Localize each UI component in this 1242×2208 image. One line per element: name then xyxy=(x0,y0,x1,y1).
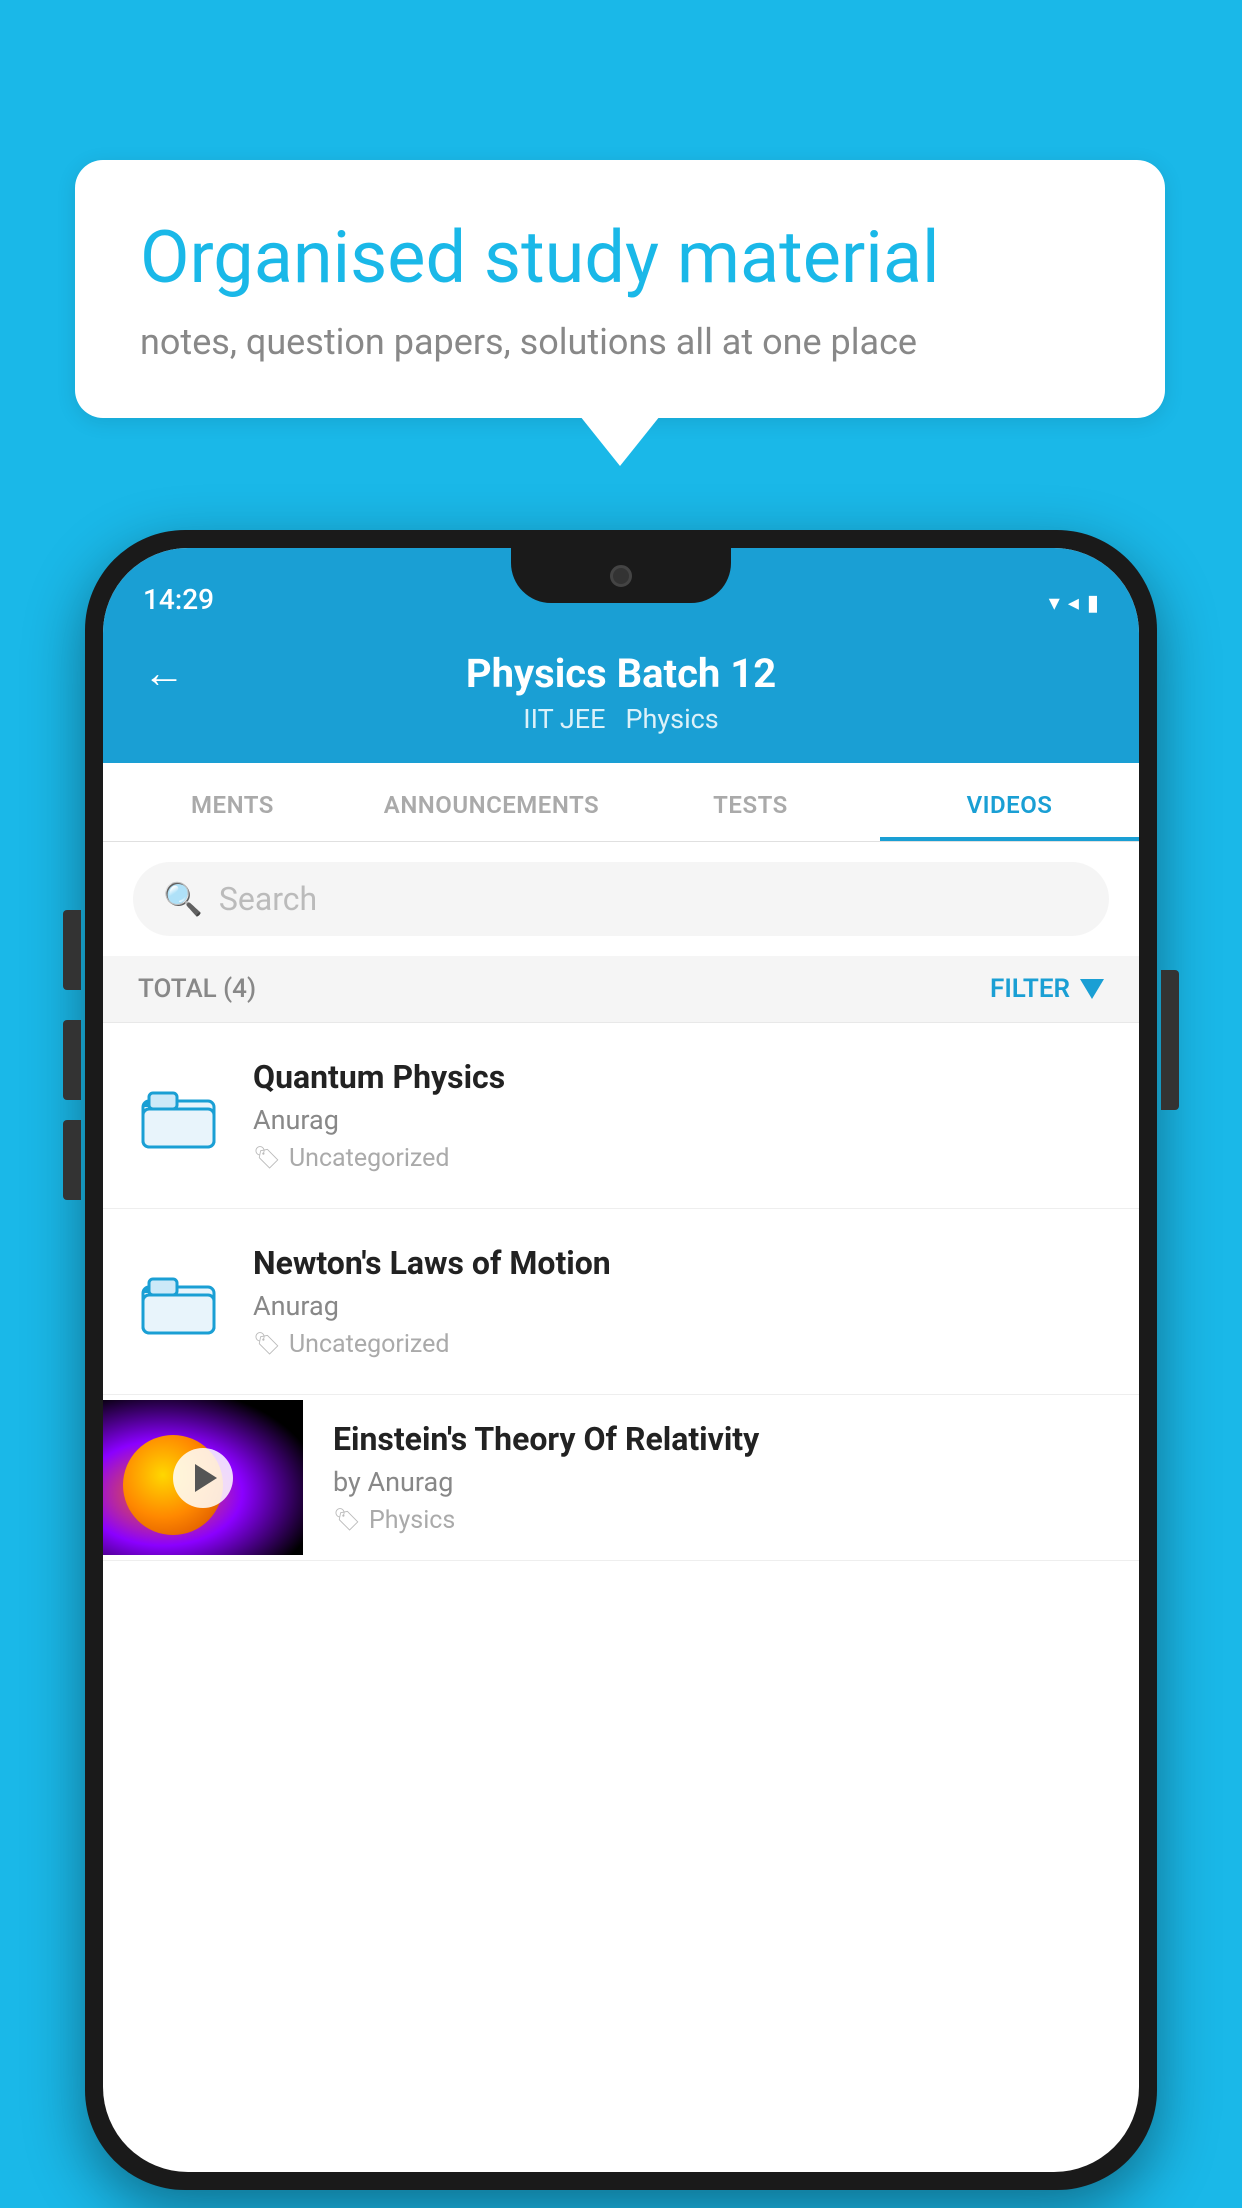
status-time: 14:29 xyxy=(143,583,214,616)
phone-screen: 14:29 ▾ ◂ ▮ ← Physics Batch 12 IIT JEE P… xyxy=(103,548,1139,2172)
wifi-icon: ▾ xyxy=(1049,591,1060,616)
tab-announcements[interactable]: ANNOUNCEMENTS xyxy=(362,763,621,841)
tabs-bar: MENTS ANNOUNCEMENTS TESTS VIDEOS xyxy=(103,763,1139,842)
header-row: ← Physics Batch 12 xyxy=(143,650,1099,697)
phone-outer: 14:29 ▾ ◂ ▮ ← Physics Batch 12 IIT JEE P… xyxy=(85,530,1157,2190)
filter-label: FILTER xyxy=(990,974,1070,1004)
list-item[interactable]: Quantum Physics Anurag 🏷 Uncategorized xyxy=(103,1023,1139,1209)
search-bar[interactable]: 🔍 Search xyxy=(133,862,1109,936)
play-button[interactable] xyxy=(173,1448,233,1508)
tag-label: Uncategorized xyxy=(289,1144,450,1173)
video-title: Quantum Physics xyxy=(253,1058,1109,1096)
search-placeholder: Search xyxy=(219,880,317,918)
list-item[interactable]: Newton's Laws of Motion Anurag 🏷 Uncateg… xyxy=(103,1209,1139,1395)
filter-icon xyxy=(1080,979,1104,999)
tag-label: Physics xyxy=(369,1506,455,1535)
video-info: Einstein's Theory Of Relativity by Anura… xyxy=(333,1395,1109,1560)
video-thumbnail xyxy=(103,1400,303,1555)
back-button[interactable]: ← xyxy=(143,649,185,698)
video-info: Newton's Laws of Motion Anurag 🏷 Uncateg… xyxy=(253,1244,1109,1359)
video-author: Anurag xyxy=(253,1104,1109,1136)
tag-icon: 🏷 xyxy=(253,1146,281,1171)
tag-label: Uncategorized xyxy=(289,1330,450,1359)
folder-icon xyxy=(133,1071,223,1161)
tab-videos[interactable]: VIDEOS xyxy=(880,763,1139,841)
camera-dot xyxy=(610,565,632,587)
tag-icon: 🏷 xyxy=(253,1332,281,1357)
video-title: Einstein's Theory Of Relativity xyxy=(333,1420,1109,1458)
folder-icon xyxy=(133,1257,223,1347)
header-subtitle: IIT JEE Physics xyxy=(523,703,718,735)
video-list: Quantum Physics Anurag 🏷 Uncategorized xyxy=(103,1023,1139,1561)
signal-icon: ◂ xyxy=(1068,591,1079,616)
app-header: ← Physics Batch 12 IIT JEE Physics xyxy=(103,628,1139,763)
video-author: Anurag xyxy=(253,1290,1109,1322)
phone-wrapper: 14:29 ▾ ◂ ▮ ← Physics Batch 12 IIT JEE P… xyxy=(85,530,1157,2190)
header-title: Physics Batch 12 xyxy=(466,650,776,697)
list-item[interactable]: Einstein's Theory Of Relativity by Anura… xyxy=(103,1395,1139,1561)
video-tag: 🏷 Uncategorized xyxy=(253,1330,1109,1359)
video-tag: 🏷 Uncategorized xyxy=(253,1144,1109,1173)
phone-notch xyxy=(511,548,731,603)
video-author: by Anurag xyxy=(333,1466,1109,1498)
video-title: Newton's Laws of Motion xyxy=(253,1244,1109,1282)
play-triangle-icon xyxy=(195,1464,217,1492)
tab-ments[interactable]: MENTS xyxy=(103,763,362,841)
filter-button[interactable]: FILTER xyxy=(990,974,1104,1004)
subtitle-iitjee: IIT JEE xyxy=(523,703,605,735)
battery-icon: ▮ xyxy=(1087,591,1099,616)
bubble-title: Organised study material xyxy=(140,215,1100,301)
filter-bar: TOTAL (4) FILTER xyxy=(103,956,1139,1023)
status-icons: ▾ ◂ ▮ xyxy=(1049,591,1099,616)
subtitle-physics: Physics xyxy=(625,703,718,735)
tag-icon: 🏷 xyxy=(333,1508,361,1533)
search-container: 🔍 Search xyxy=(103,842,1139,956)
total-count: TOTAL (4) xyxy=(138,974,256,1004)
video-tag: 🏷 Physics xyxy=(333,1506,1109,1535)
tab-tests[interactable]: TESTS xyxy=(621,763,880,841)
speech-bubble: Organised study material notes, question… xyxy=(75,160,1165,418)
bubble-subtitle: notes, question papers, solutions all at… xyxy=(140,321,1100,363)
search-icon: 🔍 xyxy=(163,880,203,918)
video-info: Quantum Physics Anurag 🏷 Uncategorized xyxy=(253,1058,1109,1173)
